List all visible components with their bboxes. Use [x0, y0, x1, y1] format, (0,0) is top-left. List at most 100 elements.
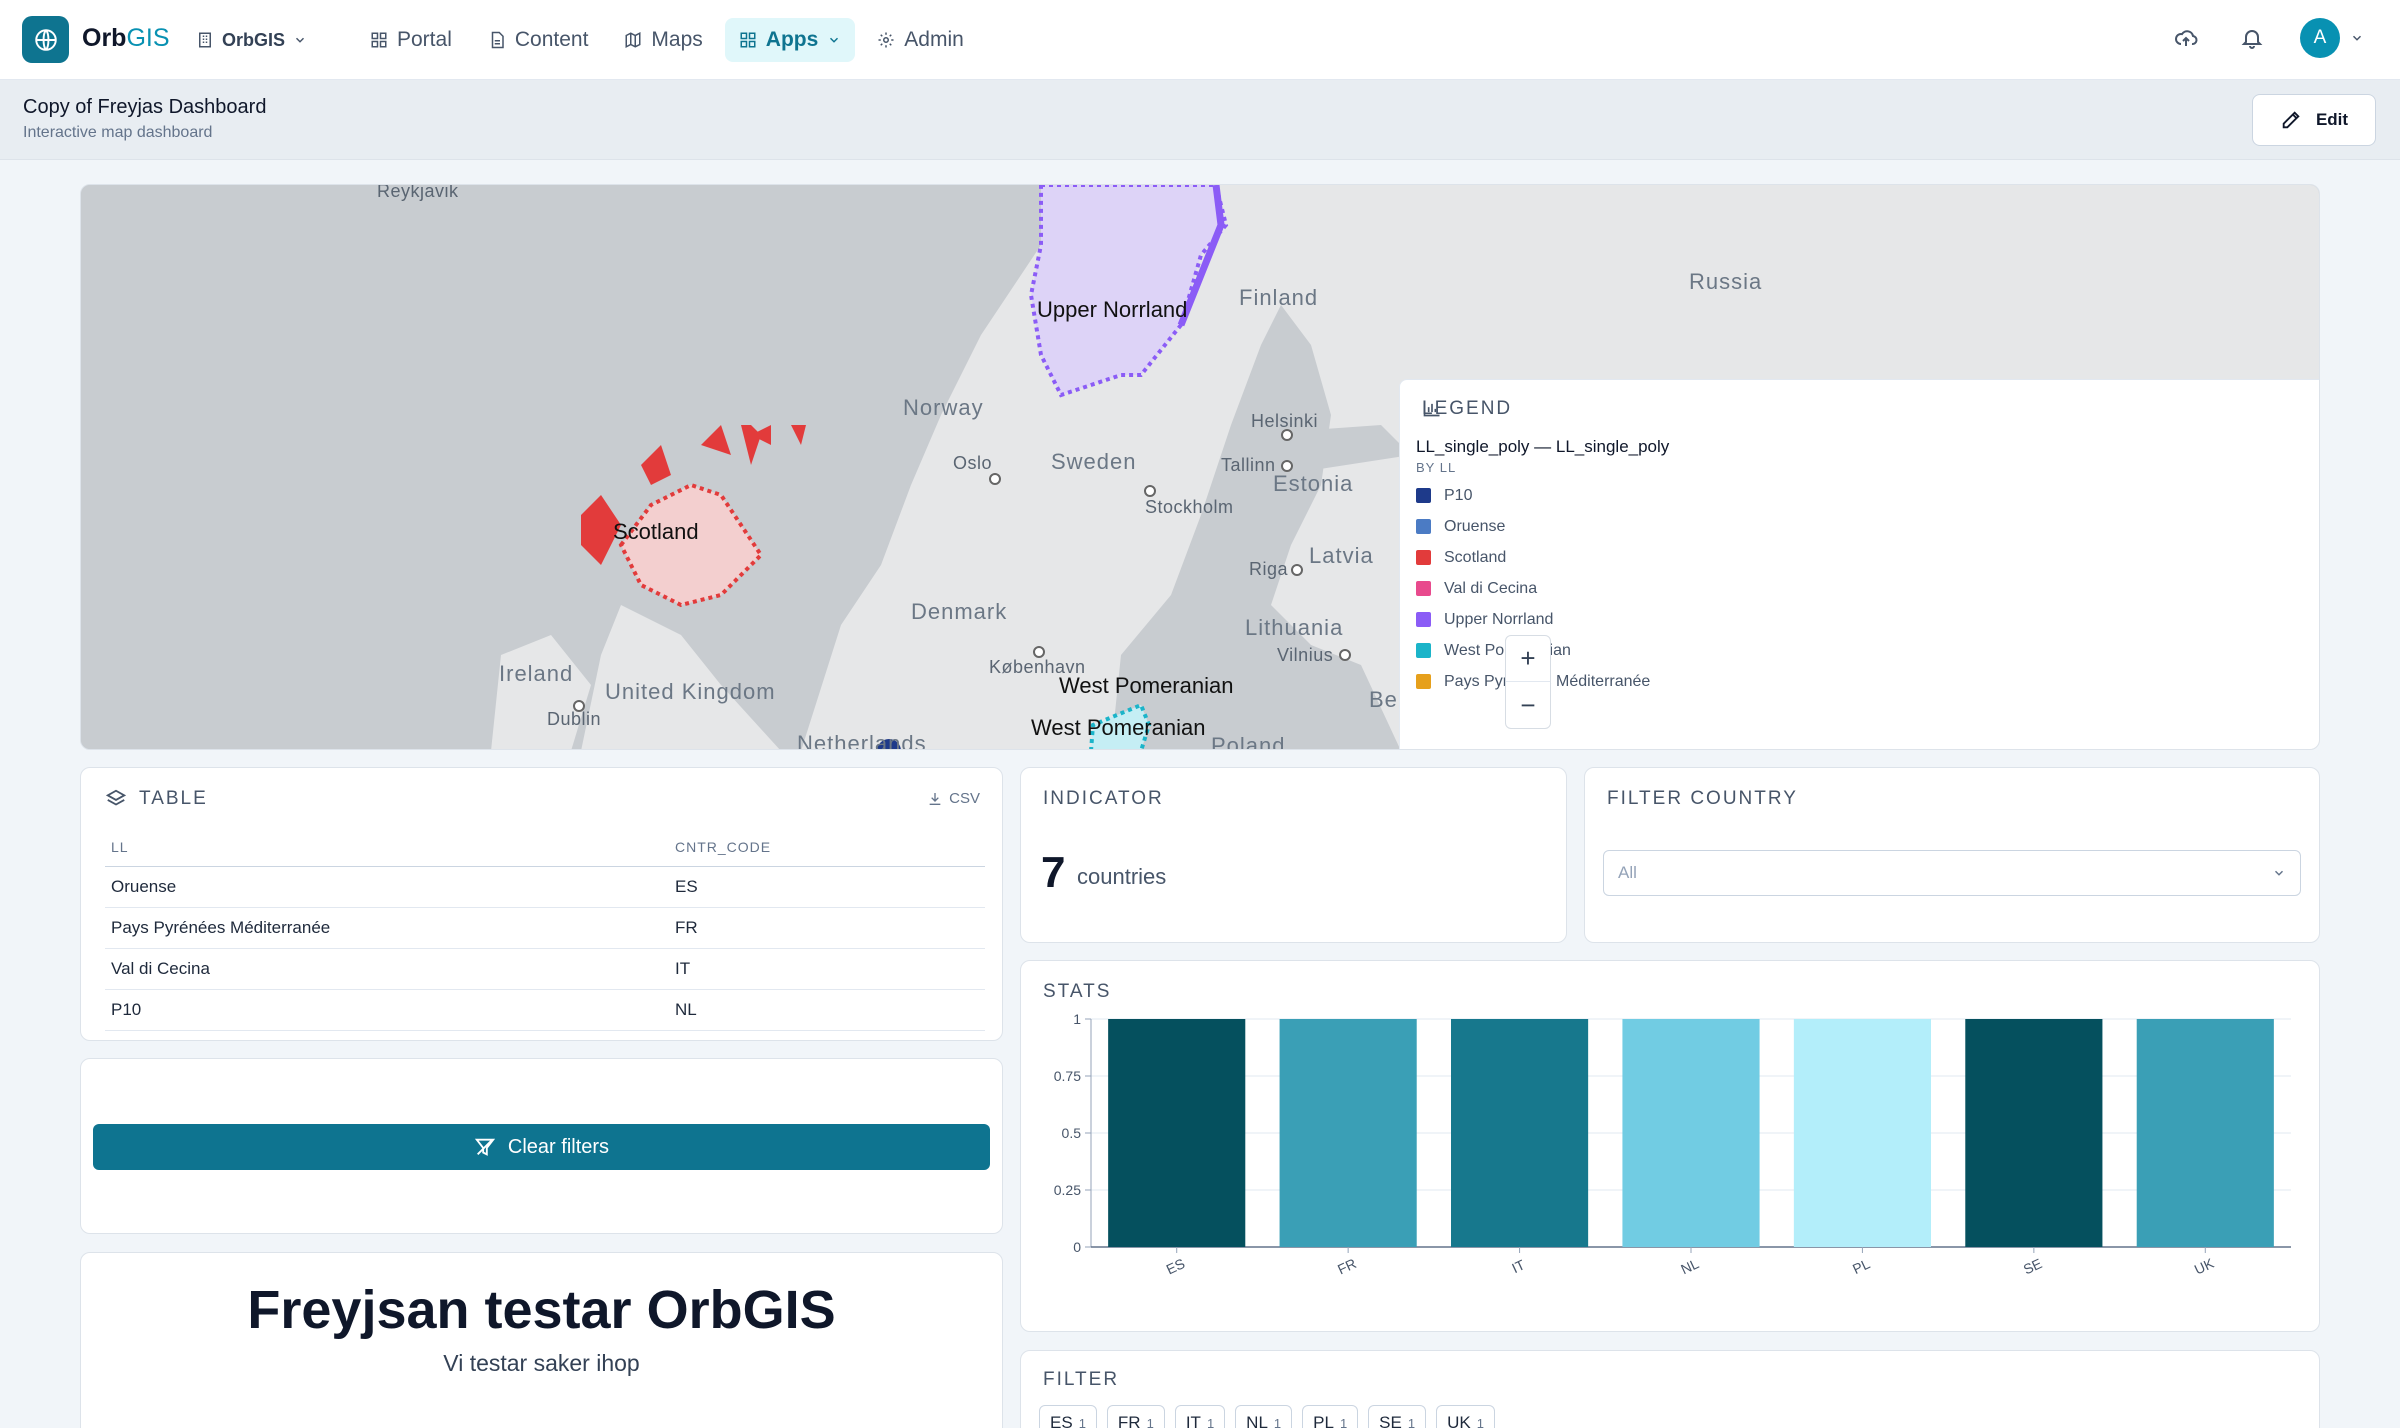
- table-cell: IT: [669, 948, 985, 990]
- map-label: Riga: [1249, 559, 1289, 579]
- region-label: West Pomeranian: [1031, 715, 1206, 740]
- map-label: Estonia: [1273, 471, 1354, 496]
- nav-admin[interactable]: Admin: [863, 18, 978, 62]
- bar: [2136, 1019, 2274, 1247]
- nav-admin-label: Admin: [904, 28, 964, 51]
- x-tick-label: UK: [2192, 1255, 2217, 1278]
- map-label: Sweden: [1051, 449, 1137, 474]
- city-stockholm: [1144, 485, 1156, 497]
- app-logo[interactable]: [22, 16, 69, 63]
- filter-chip-label: NL: [1246, 1413, 1268, 1428]
- column-header[interactable]: CNTR_CODE: [669, 828, 985, 867]
- zoom-out-button[interactable]: −: [1506, 682, 1550, 728]
- dashboard-header: Copy of Freyjas Dashboard Interactive ma…: [0, 80, 2400, 160]
- pencil-icon: [2282, 111, 2300, 129]
- chevron-down-icon: [296, 37, 305, 43]
- nav-apps[interactable]: Apps: [724, 18, 856, 62]
- city-vilnius: [1339, 649, 1351, 661]
- text-widget: Freyjsan testar OrbGIS Vi testar saker i…: [80, 1252, 1003, 1428]
- legend-swatch: [1416, 550, 1431, 565]
- indicator-value: 7: [1041, 848, 1066, 897]
- gear-icon: [878, 32, 894, 48]
- map-label: Reykjavik: [377, 184, 459, 201]
- legend-item: P10: [1416, 480, 1650, 511]
- table-cell: P10: [105, 989, 669, 1031]
- city-kobenhavn: [1033, 646, 1045, 658]
- chevron-down-icon: [2352, 35, 2362, 41]
- filter-chip-label: FR: [1117, 1413, 1141, 1428]
- building-icon: [199, 32, 211, 48]
- bar: [1451, 1019, 1589, 1247]
- map-label: Helsinki: [1251, 411, 1319, 431]
- filter-chip[interactable]: ES 1: [1039, 1405, 1097, 1428]
- indicator-unit: countries: [1077, 864, 1167, 889]
- map-label: Be: [1369, 687, 1398, 712]
- csv-download-button[interactable]: CSV: [927, 790, 980, 807]
- org-switcher[interactable]: OrbGIS: [196, 22, 307, 58]
- table-cell: PL: [669, 1030, 985, 1040]
- filter-chip[interactable]: FR 1: [1106, 1405, 1165, 1428]
- upload-button[interactable]: [2168, 20, 2204, 56]
- table-row[interactable]: P10 NL: [105, 989, 985, 1031]
- legend-swatch: [1416, 643, 1431, 658]
- legend-item: Oruense: [1416, 511, 1650, 542]
- table-row[interactable]: Pays Pyrénées Méditerranée FR: [105, 907, 985, 949]
- brand-name: OrbGIS: [82, 24, 170, 52]
- column-header[interactable]: LL: [105, 828, 669, 867]
- bar: [1622, 1019, 1760, 1247]
- filter-chip-label: ES: [1050, 1413, 1073, 1428]
- clear-filters-label: Clear filters: [507, 1135, 610, 1158]
- table-row[interactable]: West PomeranianPL: [105, 1030, 985, 1040]
- page-description: Interactive map dashboard: [23, 124, 213, 141]
- chevron-down-icon: [2274, 870, 2284, 876]
- filter-chip[interactable]: NL 1: [1235, 1405, 1293, 1428]
- x-tick-label: SE: [2021, 1255, 2045, 1277]
- filter-title: FILTER: [1043, 1369, 1120, 1390]
- page-title: Copy of Freyjas Dashboard: [23, 96, 267, 118]
- indicator-title: INDICATOR: [1043, 788, 1164, 809]
- zoom-in-button[interactable]: +: [1506, 636, 1550, 682]
- table-cell: FR: [669, 907, 985, 949]
- legend-item-label: Upper Norrland: [1444, 610, 1554, 628]
- table-row[interactable]: Val di Cecina IT: [105, 948, 985, 990]
- filter-chip[interactable]: SE 1: [1368, 1405, 1427, 1428]
- filter-widget: FILTER ES 1 FR 1 IT 1 NL 1 PL 1 SE 1 UK 1: [1020, 1350, 2320, 1428]
- filter-chip[interactable]: PL 1: [1302, 1405, 1359, 1428]
- nav-content[interactable]: Content: [474, 18, 603, 62]
- table-row[interactable]: Oruense ES: [105, 866, 985, 908]
- y-tick-label: 0.5: [1062, 1125, 1082, 1141]
- filter-chip-count: 1: [1146, 1415, 1154, 1428]
- bell-icon: [2241, 30, 2263, 49]
- filter-chip-label: SE: [1379, 1413, 1402, 1428]
- legend-item: Upper Norrland: [1416, 604, 1650, 635]
- layers-icon: [105, 789, 127, 806]
- map-label: United Kingdom: [605, 679, 776, 704]
- filter-chips: ES 1 FR 1 IT 1 NL 1 PL 1 SE 1 UK 1: [1039, 1405, 1495, 1428]
- legend-header: LEGEND: [1422, 398, 1512, 420]
- legend-item: Scotland: [1416, 542, 1650, 573]
- map-label: Tallinn: [1221, 455, 1276, 475]
- filter-chip[interactable]: UK 1: [1436, 1405, 1495, 1428]
- user-menu[interactable]: A: [2300, 18, 2364, 58]
- map-icon: [625, 32, 641, 48]
- edit-button[interactable]: Edit: [2252, 94, 2376, 146]
- bar: [1108, 1019, 1246, 1247]
- data-table: LL CNTR_CODE Oruense ES Pays Pyrénées Médi…: [105, 828, 985, 1040]
- country-select[interactable]: All: [1603, 850, 2301, 896]
- y-tick-label: 1: [1073, 1011, 1081, 1027]
- legend-swatch: [1416, 519, 1431, 534]
- nav-portal[interactable]: Portal: [356, 18, 466, 62]
- x-tick-label: FR: [1335, 1255, 1359, 1277]
- clear-filters-button[interactable]: Clear filters: [93, 1124, 990, 1170]
- notifications-button[interactable]: [2234, 20, 2270, 56]
- table-cell: Val di Cecina: [105, 948, 669, 990]
- legend-swatch: [1416, 488, 1431, 503]
- legend-swatch: [1416, 581, 1431, 596]
- map-widget[interactable]: Reykjavik Finland Russia Norway Sweden H…: [80, 184, 2320, 750]
- nav-maps[interactable]: Maps: [610, 18, 716, 62]
- filter-chip-label: PL: [1313, 1413, 1334, 1428]
- table-header: TABLE: [105, 788, 208, 810]
- edit-label: Edit: [2315, 110, 2349, 129]
- top-right-actions: A: [2168, 18, 2364, 58]
- filter-chip[interactable]: IT 1: [1174, 1405, 1226, 1428]
